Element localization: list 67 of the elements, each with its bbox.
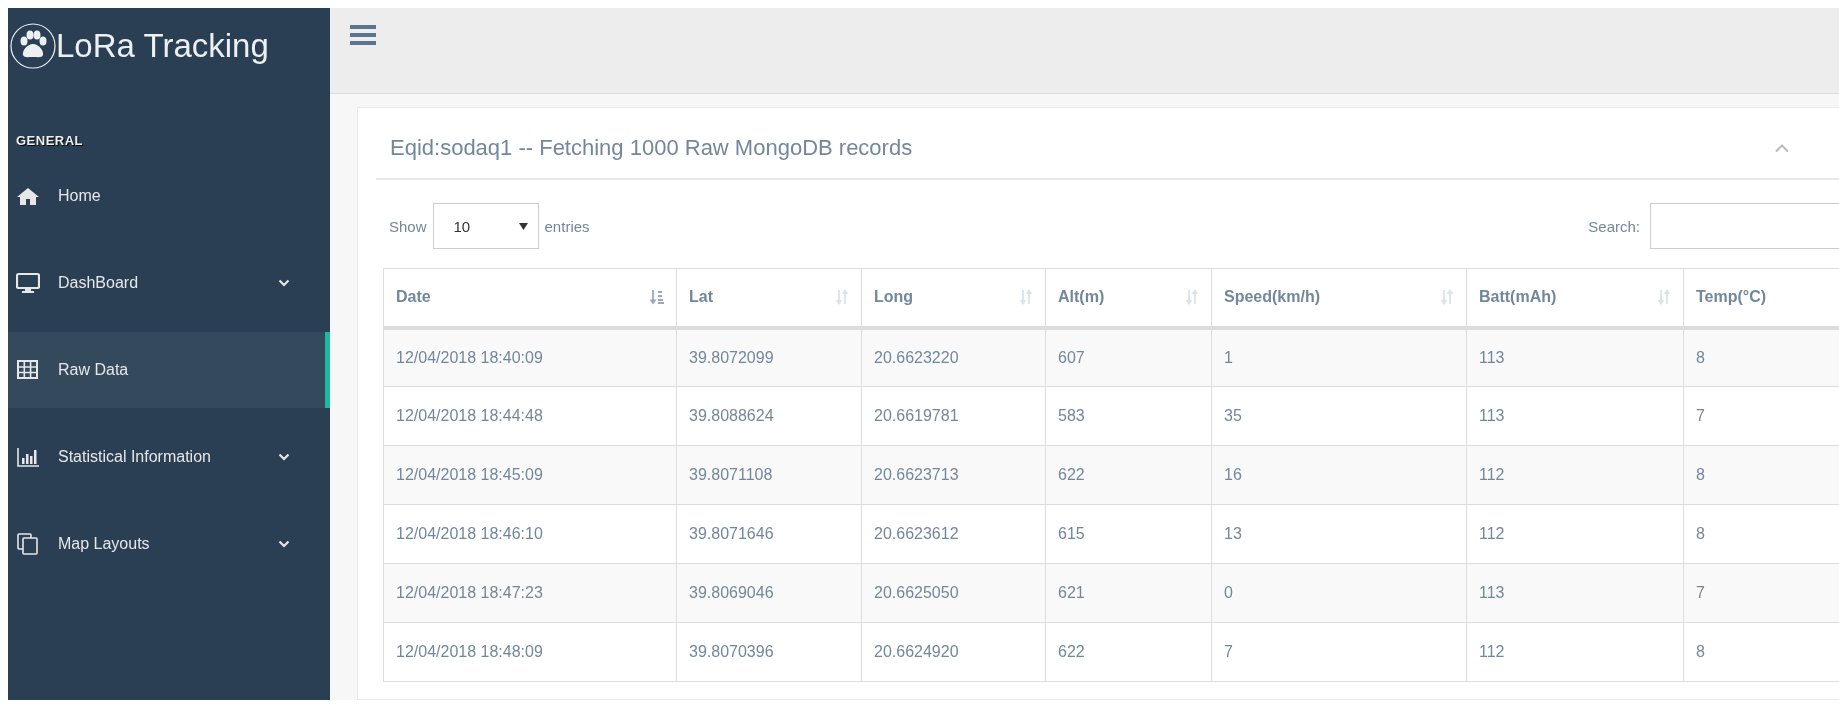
app-title: LoRa Tracking bbox=[56, 27, 269, 65]
table-cell: 1 bbox=[1211, 327, 1467, 387]
table-cell: 20.6619781 bbox=[861, 386, 1046, 446]
caret-icon bbox=[518, 222, 528, 230]
sort-icon[interactable] bbox=[1019, 289, 1033, 306]
table-cell: 39.8071646 bbox=[676, 504, 862, 564]
table-cell: 112 bbox=[1466, 504, 1684, 564]
sort-ascending-icon[interactable] bbox=[650, 289, 664, 306]
table-icon bbox=[16, 359, 40, 381]
table-cell: 12/04/2018 18:44:48 bbox=[383, 386, 677, 446]
table-cell: 0 bbox=[1211, 563, 1467, 623]
sort-icon[interactable] bbox=[1440, 289, 1454, 306]
table-cell: 39.8072099 bbox=[676, 327, 862, 387]
entries-label: entries bbox=[544, 217, 590, 235]
table-cell: 39.8071108 bbox=[676, 445, 862, 505]
table-cell: 39.8088624 bbox=[676, 386, 862, 446]
table-cell: 20.6624920 bbox=[861, 622, 1046, 682]
menu-icon[interactable] bbox=[350, 24, 376, 46]
sidebar-item[interactable]: Statistical Information bbox=[8, 419, 330, 495]
copy-icon bbox=[16, 533, 40, 555]
table-cell: 39.8070396 bbox=[676, 622, 862, 682]
table-cell: 39.8069046 bbox=[676, 563, 862, 623]
sort-icon[interactable] bbox=[1185, 289, 1199, 306]
table-cell: 12/04/2018 18:47:23 bbox=[383, 563, 677, 623]
table-cell: 20.6623713 bbox=[861, 445, 1046, 505]
bar-chart-icon bbox=[16, 446, 40, 468]
monitor-icon bbox=[16, 272, 40, 294]
table-cell: 583 bbox=[1045, 386, 1212, 446]
table-cell: 13 bbox=[1211, 504, 1467, 564]
table-cell: 8 bbox=[1683, 445, 1839, 505]
home-icon bbox=[16, 185, 40, 207]
table-cell: 607 bbox=[1045, 327, 1212, 387]
table-cell: 113 bbox=[1466, 327, 1684, 387]
table-cell: 20.6623612 bbox=[861, 504, 1046, 564]
table-cell: 35 bbox=[1211, 386, 1467, 446]
table-cell: 12/04/2018 18:46:10 bbox=[383, 504, 677, 564]
show-label: Show bbox=[389, 217, 427, 235]
search-label: Search: bbox=[1588, 217, 1640, 235]
sidebar-item[interactable]: DashBoard bbox=[8, 245, 330, 321]
table-cell: 8 bbox=[1683, 327, 1839, 387]
table-cell: 12/04/2018 18:45:09 bbox=[383, 445, 677, 505]
table-cell: 112 bbox=[1466, 445, 1684, 505]
table-cell: 20.6625050 bbox=[861, 563, 1046, 623]
entries-dropdown[interactable]: 10 bbox=[432, 203, 539, 249]
sidebar-item[interactable]: Map Layouts bbox=[8, 506, 330, 582]
table-cell: 113 bbox=[1466, 563, 1684, 623]
sidebar-item[interactable]: Raw Data bbox=[8, 332, 330, 408]
table-cell: 621 bbox=[1045, 563, 1212, 623]
paw-icon bbox=[10, 23, 56, 69]
chevron-up-icon[interactable] bbox=[1774, 143, 1790, 153]
section-heading: GENERAL bbox=[16, 133, 85, 148]
table-cell: 622 bbox=[1045, 445, 1212, 505]
table-cell: 113 bbox=[1466, 386, 1684, 446]
table-cell: 622 bbox=[1045, 622, 1212, 682]
table-cell: 12/04/2018 18:48:09 bbox=[383, 622, 677, 682]
table-cell: 112 bbox=[1466, 622, 1684, 682]
table-cell: 16 bbox=[1211, 445, 1467, 505]
table-cell: 7 bbox=[1211, 622, 1467, 682]
table-cell: 7 bbox=[1683, 563, 1839, 623]
sort-icon[interactable] bbox=[835, 289, 849, 306]
table-cell: 12/04/2018 18:40:09 bbox=[383, 327, 677, 387]
sidebar-item[interactable]: Home bbox=[8, 158, 330, 234]
sort-icon[interactable] bbox=[1657, 289, 1671, 306]
search-field[interactable] bbox=[1650, 203, 1839, 249]
panel-title: Eqid:sodaq1 -- Fetching 1000 Raw MongoDB records bbox=[390, 135, 914, 161]
table-cell: 20.6623220 bbox=[861, 327, 1046, 387]
table-cell: 615 bbox=[1045, 504, 1212, 564]
